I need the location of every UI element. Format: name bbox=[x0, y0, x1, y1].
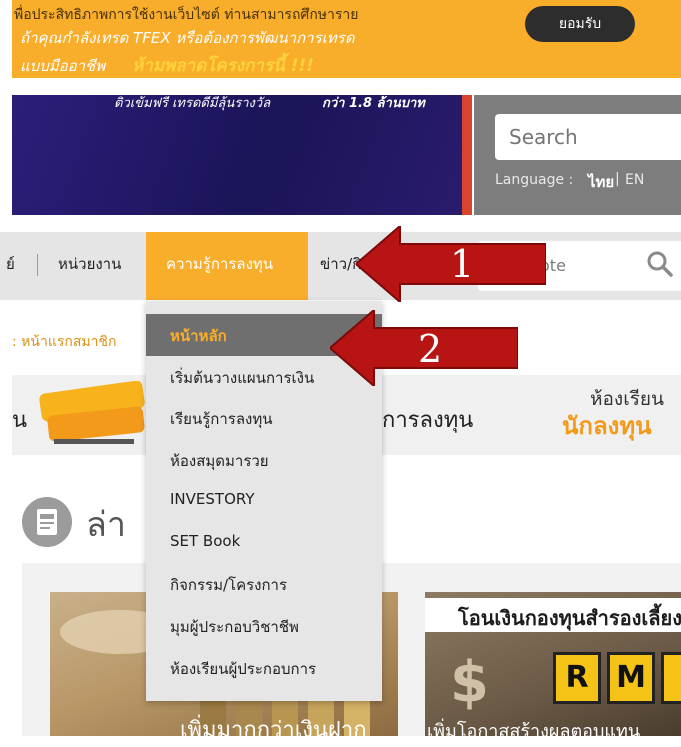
article-card-savings-caption: เพิ่มมากกว่าเงินฝาก bbox=[180, 718, 367, 743]
rmf-tile-r: R bbox=[553, 652, 601, 704]
nav-item-investment-knowledge-label: ความรู้การลงทุน bbox=[166, 255, 274, 273]
banner-background bbox=[12, 95, 472, 215]
dropdown-item-investory[interactable]: INVESTORY bbox=[170, 490, 255, 508]
article-card-rmf-caption: เพิ่มโอกาสสร้างผลตอบแทน bbox=[427, 721, 641, 742]
nav-item-partial[interactable]: ย์ bbox=[6, 252, 15, 276]
dollar-icon: $ bbox=[450, 650, 489, 715]
dropdown-item-financial-planning[interactable]: เริ่มต้นวางแผนการเงิน bbox=[170, 366, 314, 390]
program-title: การลงทุน bbox=[382, 408, 474, 433]
news-icon bbox=[22, 497, 72, 547]
article-card-rmf-title: โอนเงินกองทุนสำรองเลี้ยง bbox=[458, 606, 681, 630]
banner-accent-edge bbox=[462, 95, 472, 215]
language-separator: | bbox=[615, 171, 620, 187]
dropdown-item-activities[interactable]: กิจกรรม/โครงการ bbox=[170, 573, 287, 597]
money-planning-logo[interactable] bbox=[36, 381, 151, 451]
annotation-number-1: 1 bbox=[450, 242, 475, 286]
dropdown-item-learn-investing[interactable]: เรียนรู้การลงทุน bbox=[170, 407, 273, 431]
program-title-partial: น bbox=[12, 408, 28, 433]
accept-cookies-button[interactable]: ยอมรับ bbox=[525, 6, 635, 42]
investor-classroom-logo-line2[interactable]: นักลงทุน bbox=[562, 406, 652, 445]
cookie-consent-text: พื่อประสิทธิภาพการใช้งานเว็บไซต์ ท่านสาม… bbox=[14, 7, 359, 23]
dropdown-item-entrepreneurs[interactable]: ห้องเรียนผู้ประกอบการ bbox=[170, 657, 316, 681]
banner-prize-text: ติวเข้มฟรี เทรดดีมีลุ้นรางวัล bbox=[114, 96, 271, 111]
dropdown-item-professionals[interactable]: มุมผู้ประกอบวิชาชีพ bbox=[170, 615, 299, 639]
banner-subline-prefix: แบบมืออาชีพ bbox=[20, 57, 106, 75]
rmf-tile-m: M bbox=[607, 652, 655, 704]
latest-section-title: ล่า bbox=[86, 505, 126, 545]
banner-prize-amount: กว่า 1.8 ล้านบาท bbox=[322, 96, 425, 111]
language-label: Language : bbox=[495, 172, 574, 188]
dropdown-item-library[interactable]: ห้องสมุดมารวย bbox=[170, 449, 269, 473]
search-input[interactable] bbox=[495, 114, 681, 160]
dropdown-item-home-label: หน้าหลัก bbox=[170, 327, 227, 345]
language-english-link[interactable]: EN bbox=[625, 172, 644, 188]
rmf-tile-f bbox=[661, 652, 681, 704]
language-thai-link[interactable]: ไทย bbox=[588, 170, 614, 194]
nav-separator bbox=[37, 254, 38, 276]
tfex-promo-banner[interactable] bbox=[12, 95, 472, 215]
search-icon[interactable] bbox=[646, 250, 674, 278]
breadcrumb[interactable]: : หน้าแรกสมาชิก bbox=[12, 331, 116, 353]
annotation-number-2: 2 bbox=[418, 327, 443, 371]
banner-highlight: ห้ามพลาดโครงการนี้ !!! bbox=[132, 56, 314, 76]
nav-item-agency[interactable]: หน่วยงาน bbox=[58, 252, 121, 276]
banner-headline: ถ้าคุณกำลังเทรด TFEX หรือต้องการพัฒนาการ… bbox=[20, 29, 355, 47]
dropdown-item-set-book[interactable]: SET Book bbox=[170, 532, 240, 550]
